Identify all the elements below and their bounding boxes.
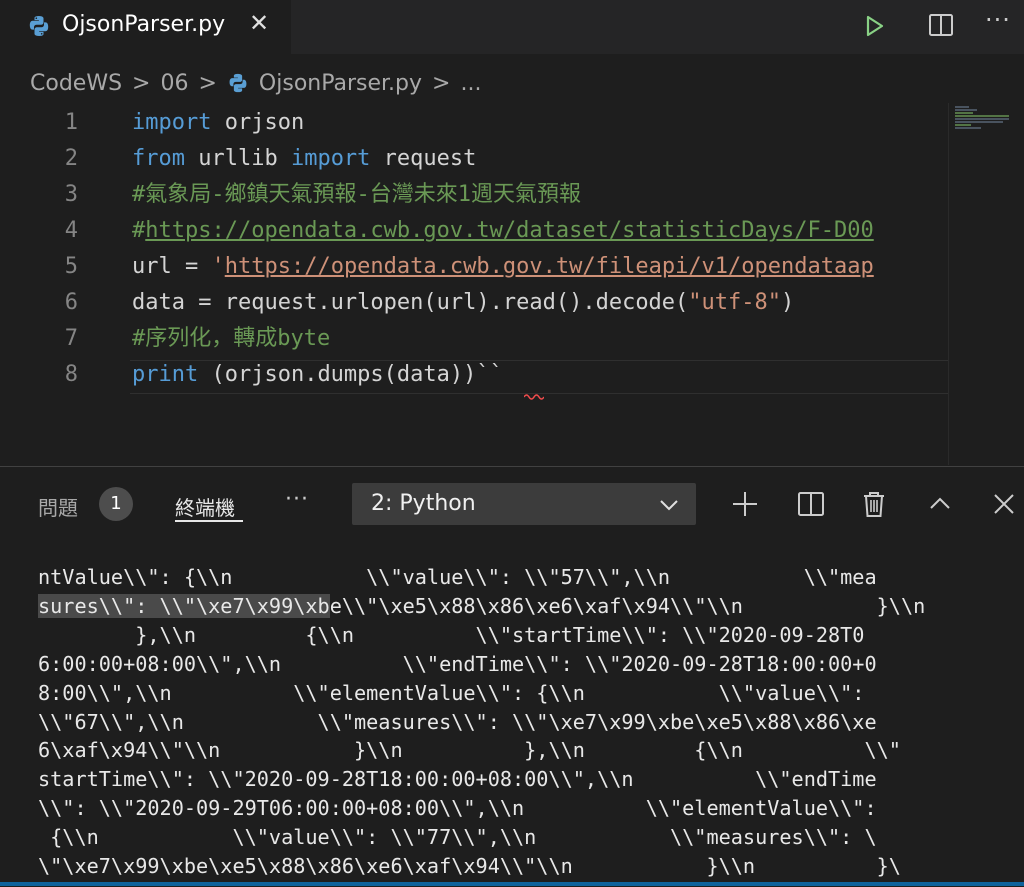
- editor-tab-ojsonparser[interactable]: OjsonParser.py ✕: [0, 0, 291, 54]
- code-text: data = request.urlopen(url).read().decod…: [132, 290, 795, 315]
- close-icon[interactable]: [989, 489, 1019, 519]
- split-terminal-icon[interactable]: [796, 489, 826, 519]
- code-comment: #https://opendata.cwb.gov.tw/dataset/sta…: [132, 218, 874, 243]
- line-number: 6: [64, 290, 78, 315]
- active-tab-indicator: [175, 520, 243, 522]
- breadcrumb-separator: >: [198, 70, 217, 96]
- terminal-line: 8:00\\",\\n \\"elementValue\\": {\\n \\"…: [38, 680, 865, 705]
- code-text: from urllib import request: [132, 146, 477, 171]
- line-number: 7: [64, 326, 78, 351]
- error-squiggle: [524, 394, 544, 400]
- breadcrumb-item-codews[interactable]: CodeWS: [30, 71, 122, 96]
- line-number: 1: [64, 110, 78, 135]
- terminal-line: sures\\": \\"\xe7\x99\xbe\\"\xe5\x88\x86…: [38, 593, 926, 618]
- minimap[interactable]: [948, 103, 1024, 465]
- python-icon: [29, 16, 49, 36]
- line-number: 2: [64, 146, 78, 171]
- line-number: 4: [64, 218, 78, 243]
- code-line: 2 from urllib import request: [0, 141, 948, 177]
- tab-terminal[interactable]: 終端機: [175, 492, 235, 521]
- code-text: import orjson: [132, 110, 305, 135]
- terminal-line: \\": \\"2020-09-29T06:00:00+08:00\\",\\n…: [38, 796, 877, 821]
- terminal-line: 6:00:00+08:00\\",\\n \\"endTime\\": \\"2…: [38, 651, 877, 676]
- terminal-line: ntValue\\": {\\n \\"value\\": \\"57\\",\…: [38, 565, 877, 589]
- current-line-highlight: [130, 360, 948, 394]
- breadcrumb-item-symbols[interactable]: ...: [460, 71, 481, 96]
- line-number: 8: [64, 362, 78, 387]
- code-editor[interactable]: 1 import orjson 2 from urllib import req…: [0, 103, 948, 463]
- code-text: url = 'https://opendata.cwb.gov.tw/filea…: [132, 254, 874, 279]
- code-line: 7 #序列化，轉成byte: [0, 321, 948, 357]
- line-number: 5: [64, 254, 78, 279]
- problems-count-badge: 1: [99, 487, 133, 521]
- terminal-line: 6\xaf\x94\\"\\n }\\n },\\n {\\n \\": [38, 738, 901, 763]
- chevron-up-icon[interactable]: [925, 489, 955, 519]
- breadcrumb-item-file[interactable]: OjsonParser.py: [259, 71, 422, 96]
- code-line: 5 url = 'https://opendata.cwb.gov.tw/fil…: [0, 249, 948, 285]
- plus-icon[interactable]: [730, 489, 760, 519]
- code-comment: #序列化，轉成byte: [132, 326, 331, 351]
- breadcrumb-separator: >: [132, 70, 151, 96]
- terminal-output[interactable]: ntValue\\": {\\n \\"value\\": \\"57\\",\…: [38, 563, 1024, 887]
- tab-bar: OjsonParser.py ✕ ···: [0, 0, 1024, 54]
- terminal-select-value: 2: Python: [371, 491, 476, 516]
- terminal-line: \"\xe7\x99\xbe\xe5\x88\x86\xe6\xaf\x94\\…: [38, 854, 901, 879]
- close-icon[interactable]: ✕: [247, 11, 271, 35]
- code-line: 6 data = request.urlopen(url).read().dec…: [0, 285, 948, 321]
- terminal-select-dropdown[interactable]: 2: Python: [352, 483, 696, 525]
- python-icon: [229, 73, 247, 93]
- code-comment: #氣象局-鄉鎮天氣預報-台灣未來1週天氣預報: [132, 182, 581, 207]
- code-line: 1 import orjson: [0, 105, 948, 141]
- run-icon[interactable]: [860, 12, 888, 40]
- trash-icon[interactable]: [859, 489, 889, 519]
- terminal-line: \\"67\\",\\n \\"measures\\": \\"\xe7\x99…: [38, 709, 877, 734]
- breadcrumb-separator: >: [432, 70, 451, 96]
- string-link[interactable]: https://opendata.cwb.gov.tw/fileapi/v1/o…: [225, 254, 874, 279]
- tab-title: OjsonParser.py: [62, 12, 226, 37]
- chevron-down-icon: [660, 500, 678, 511]
- terminal-selection: sures\\": \\"\xe7\x99\xb: [38, 593, 330, 618]
- code-line: 3 #氣象局-鄉鎮天氣預報-台灣未來1週天氣預報: [0, 177, 948, 213]
- tab-problems[interactable]: 問題: [38, 492, 78, 521]
- comment-link[interactable]: https://opendata.cwb.gov.tw/dataset/stat…: [145, 218, 873, 243]
- breadcrumb: CodeWS > 06 > OjsonParser.py > ...: [30, 68, 481, 98]
- breadcrumb-item-06[interactable]: 06: [160, 71, 188, 96]
- status-bar-edge: [0, 882, 1024, 886]
- bottom-panel: 問題 1 終端機 ··· 2: Python ntValue\\": {\\n …: [0, 466, 1024, 887]
- terminal-line: {\\n \\"value\\": \\"77\\",\\n \\"measur…: [38, 825, 877, 850]
- panel-more-icon[interactable]: ···: [285, 487, 309, 512]
- code-line: 4 #https://opendata.cwb.gov.tw/dataset/s…: [0, 213, 948, 249]
- terminal-line: startTime\\": \\"2020-09-28T18:00:00+08:…: [38, 767, 877, 792]
- more-actions-icon[interactable]: ···: [985, 6, 1021, 36]
- line-number: 3: [64, 182, 78, 207]
- split-editor-icon[interactable]: [927, 11, 955, 39]
- terminal-line: },\\n {\\n \\"startTime\\": \\"2020-09-2…: [38, 622, 865, 647]
